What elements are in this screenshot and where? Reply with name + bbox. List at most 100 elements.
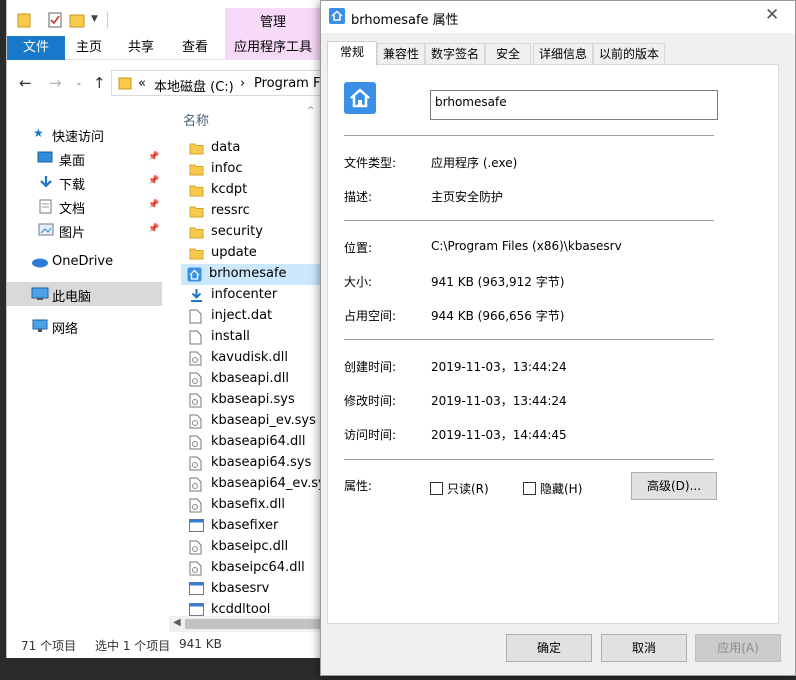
application-window-icon — [189, 519, 204, 535]
file-name: kbaseapi64_ev.sys — [211, 476, 329, 491]
settings-file-icon — [189, 498, 202, 516]
accessed-value: 2019-11-03，14:44:45 — [431, 428, 567, 442]
nav-quick-access[interactable]: ★ 快速访问 — [7, 122, 162, 146]
back-arrow-icon[interactable]: ← — [19, 74, 32, 92]
properties-checklist-icon[interactable] — [47, 12, 63, 31]
description-label: 描述: — [344, 190, 373, 204]
breadcrumb-separator: › — [240, 76, 246, 91]
ribbon-tab-app-tools[interactable]: 应用程序工具 — [225, 36, 321, 60]
file-row[interactable]: infoc — [183, 159, 329, 180]
breadcrumb-program-files[interactable]: Program Files — [254, 76, 326, 91]
address-bar[interactable]: « 本地磁盘 (C:) › Program Files — [111, 70, 327, 96]
customize-toolbar-chevron-icon[interactable]: ▼ — [91, 14, 98, 24]
file-row[interactable]: kbasefixer — [183, 516, 329, 537]
up-arrow-icon[interactable]: ↑ — [93, 74, 106, 92]
file-row[interactable]: data — [183, 138, 329, 159]
file-name: kbasesrv — [211, 581, 270, 596]
file-row[interactable]: kbaseapi.dll — [183, 369, 329, 390]
ribbon-tab-share[interactable]: 共享 — [117, 36, 165, 60]
pin-icon: 📌 — [148, 152, 160, 162]
scrollbar-thumb[interactable] — [185, 619, 325, 629]
scroll-left-arrow-icon[interactable]: ◀ — [173, 617, 181, 628]
file-row[interactable]: ressrc — [183, 201, 329, 222]
pin-icon: 📌 — [148, 176, 160, 186]
file-name: kbaseapi.sys — [211, 392, 295, 407]
cloud-icon — [31, 257, 49, 271]
new-folder-icon[interactable] — [69, 12, 85, 31]
settings-file-icon — [189, 456, 202, 474]
readonly-checkbox[interactable]: 只读(R) — [430, 480, 489, 497]
file-row[interactable]: kavudisk.dll — [183, 348, 329, 369]
file-row[interactable]: kbaseapi64.dll — [183, 432, 329, 453]
file-row[interactable]: kcdpt — [183, 180, 329, 201]
ribbon-tab-file[interactable]: 文件 — [7, 36, 65, 60]
tab-compatibility[interactable]: 兼容性 — [377, 43, 425, 65]
file-icon — [189, 330, 202, 348]
advanced-button[interactable]: 高级(D)... — [631, 472, 717, 500]
ok-button[interactable]: 确定 — [506, 634, 592, 662]
document-icon — [39, 199, 53, 217]
file-name: infoc — [211, 161, 243, 176]
tab-previous-versions[interactable]: 以前的版本 — [593, 43, 665, 65]
file-row[interactable]: install — [183, 327, 329, 348]
column-header-name[interactable]: 名称 — [183, 110, 209, 129]
hidden-checkbox[interactable]: 隐藏(H) — [523, 480, 582, 497]
recent-locations-chevron-icon[interactable]: ⌄ — [75, 78, 83, 88]
properties-dialog: brhomesafe 属性 ✕ 常规 兼容性 数字签名 安全 详细信息 以前的版… — [320, 0, 796, 676]
pin-icon: 📌 — [148, 200, 160, 210]
horizontal-scrollbar[interactable]: ◀ — [169, 616, 329, 632]
item-count: 71 个项目 — [21, 639, 77, 653]
properties-tabs: 常规 兼容性 数字签名 安全 详细信息 以前的版本 — [327, 41, 789, 66]
nav-item-documents[interactable]: 文档 📌 — [7, 194, 162, 218]
ribbon-tab-view[interactable]: 查看 — [171, 36, 219, 60]
file-row[interactable]: kbasefix.dll — [183, 495, 329, 516]
nav-onedrive[interactable]: OneDrive — [7, 250, 162, 274]
file-row[interactable]: kbaseipc64.dll — [183, 558, 329, 579]
file-row[interactable]: kbaseipc.dll — [183, 537, 329, 558]
file-row[interactable]: security — [183, 222, 329, 243]
folder-icon — [189, 204, 204, 221]
checkbox-box[interactable] — [523, 482, 536, 495]
file-row[interactable]: update — [183, 243, 329, 264]
breadcrumb-overflow[interactable]: « — [138, 76, 146, 91]
settings-file-icon — [189, 540, 202, 558]
file-row[interactable]: infocenter — [183, 285, 329, 306]
file-row[interactable]: brhomesafe — [181, 264, 329, 285]
divider — [344, 459, 714, 460]
file-row[interactable]: kbaseapi.sys — [183, 390, 329, 411]
sort-arrow-icon: ^ — [307, 106, 315, 116]
file-name: brhomesafe — [209, 266, 287, 281]
close-icon[interactable]: ✕ — [765, 5, 779, 25]
nav-item-pictures[interactable]: 图片 📌 — [7, 218, 162, 242]
apply-button[interactable]: 应用(A) — [695, 634, 781, 662]
context-tab-manage: 管理 — [225, 8, 321, 38]
ribbon-tab-home[interactable]: 主页 — [65, 36, 113, 60]
file-row[interactable]: kbaseapi_ev.sys — [183, 411, 329, 432]
tab-security[interactable]: 安全 — [485, 43, 531, 65]
file-name: kbasefixer — [211, 518, 279, 533]
navigation-pane: ★ 快速访问 桌面 📌 下载 📌 文档 📌 图片 📌 OneDrive 此电脑 … — [7, 110, 165, 618]
checkbox-box[interactable] — [430, 482, 443, 495]
disk-size-label: 占用空间: — [344, 309, 397, 323]
tab-digital-signatures[interactable]: 数字签名 — [425, 43, 485, 65]
nav-this-pc[interactable]: 此电脑 — [7, 282, 162, 306]
forward-arrow-icon[interactable]: → — [49, 74, 62, 92]
nav-item-downloads[interactable]: 下载 📌 — [7, 170, 162, 194]
nav-item-desktop[interactable]: 桌面 📌 — [7, 146, 162, 170]
settings-file-icon — [189, 414, 202, 432]
file-name-field[interactable]: brhomesafe — [430, 90, 718, 120]
selection-count: 选中 1 个项目 — [95, 639, 171, 653]
nav-network[interactable]: 网络 — [7, 314, 162, 338]
folder-icon — [118, 76, 132, 93]
tab-details[interactable]: 详细信息 — [533, 43, 593, 65]
file-row[interactable]: inject.dat — [183, 306, 329, 327]
breadcrumb-local-disk[interactable]: 本地磁盘 (C:) — [154, 76, 234, 95]
file-row[interactable]: kbasesrv — [183, 579, 329, 600]
file-row[interactable]: kbaseapi64_ev.sys — [183, 474, 329, 495]
file-row[interactable]: kbaseapi64.sys — [183, 453, 329, 474]
cancel-button[interactable]: 取消 — [601, 634, 687, 662]
file-name: kavudisk.dll — [211, 350, 288, 365]
tab-general[interactable]: 常规 — [327, 41, 377, 66]
pictures-icon — [38, 223, 54, 239]
folder-icon — [189, 162, 204, 179]
